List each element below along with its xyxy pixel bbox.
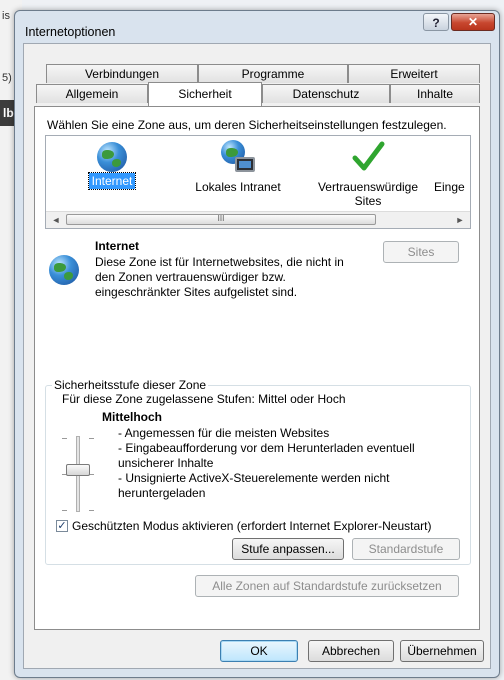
background-fragment-text: 5): [2, 72, 12, 84]
custom-level-button[interactable]: Stufe anpassen...: [232, 538, 344, 560]
security-level-group: Sicherheitsstufe dieser Zone Für diese Z…: [45, 378, 471, 565]
security-level-name: Mittelhoch: [102, 410, 162, 424]
zone-label-trusted: Vertrauenswürdige Sites: [317, 180, 419, 208]
level-desc-line: unsicherer Inhalte: [118, 456, 214, 470]
security-level-title: Sicherheitsstufe dieser Zone: [52, 378, 209, 392]
zone-info-title: Internet: [95, 239, 140, 253]
apply-button[interactable]: Übernehmen: [400, 640, 484, 662]
intranet-icon: [221, 140, 255, 174]
zone-info-globe-icon: [47, 253, 81, 287]
security-level-slider-thumb[interactable]: [66, 464, 90, 476]
help-button[interactable]: ?: [423, 13, 449, 31]
background-fragment-mark: is: [2, 10, 10, 22]
checkmark-icon: ✓: [57, 520, 67, 532]
level-desc-line: heruntergeladen: [118, 486, 206, 500]
scroll-left-arrow-icon[interactable]: ◄: [48, 212, 64, 228]
window-title: Internetoptionen: [25, 25, 116, 39]
tab-datenschutz[interactable]: Datenschutz: [262, 84, 390, 103]
level-desc-line: - Unsignierte ActiveX-Steuerelemente wer…: [118, 471, 390, 485]
zone-instruction: Wählen Sie eine Zone aus, um deren Siche…: [47, 118, 447, 132]
zone-internet[interactable]: Internet: [74, 140, 150, 190]
level-desc-line: - Eingabeaufforderung vor dem Herunterla…: [118, 441, 415, 455]
zone-info-desc-line2: den Zonen vertrauenswürdiger bzw.: [95, 270, 286, 284]
tab-programme[interactable]: Programme: [198, 64, 348, 83]
scrollbar-grip-icon: III: [217, 214, 225, 223]
close-button[interactable]: ✕: [451, 13, 495, 31]
close-icon: ✕: [467, 15, 479, 29]
dialog-client-area: Verbindungen Programme Erweitert Allgeme…: [23, 43, 491, 669]
tab-allgemein[interactable]: Allgemein: [36, 84, 148, 103]
reset-all-zones-button[interactable]: Alle Zonen auf Standardstufe zurücksetze…: [195, 575, 459, 597]
ok-button[interactable]: OK: [220, 640, 298, 662]
restricted-icon: [434, 140, 468, 174]
checkmark-icon: [351, 140, 385, 174]
default-level-button[interactable]: Standardstufe: [352, 538, 460, 560]
tab-inhalte[interactable]: Inhalte: [390, 84, 480, 103]
sites-button[interactable]: Sites: [383, 241, 459, 263]
zone-info-desc-line1: Diese Zone ist für Internetwebsites, die…: [95, 255, 344, 269]
zone-list-scrollbar[interactable]: ◄ III ►: [46, 211, 470, 228]
zone-list: Internet Lokales Intranet Vertrauenswürd…: [45, 135, 471, 229]
allowed-levels-text: Für diese Zone zugelassene Stufen: Mitte…: [62, 392, 346, 406]
zone-local-intranet[interactable]: Lokales Intranet: [182, 140, 294, 194]
tab-sicherheit[interactable]: Sicherheit: [148, 82, 262, 106]
globe-icon: [95, 140, 129, 174]
zone-label-restricted: Einge: [434, 180, 465, 194]
protected-mode-checkbox[interactable]: ✓: [56, 520, 68, 532]
cancel-button[interactable]: Abbrechen: [308, 640, 394, 662]
level-desc-line: - Angemessen für die meisten Websites: [118, 426, 330, 440]
tab-verbindungen[interactable]: Verbindungen: [46, 64, 198, 83]
zone-trusted-sites[interactable]: Vertrauenswürdige Sites: [308, 140, 428, 208]
zone-label-intranet: Lokales Intranet: [195, 180, 281, 194]
protected-mode-label[interactable]: Geschützten Modus aktivieren (erfordert …: [72, 519, 431, 533]
zone-info-desc-line3: eingeschränkter Sites aufgelistet sind.: [95, 285, 298, 299]
tab-erweitert[interactable]: Erweitert: [348, 64, 480, 83]
zone-restricted-sites[interactable]: Einge: [434, 140, 470, 194]
scroll-right-arrow-icon[interactable]: ►: [452, 212, 468, 228]
scrollbar-thumb[interactable]: III: [66, 214, 376, 225]
internet-options-dialog: Internetoptionen ? ✕ Verbindungen Progra…: [14, 10, 500, 678]
zone-label-internet: Internet: [87, 172, 137, 190]
security-tab-panel: Wählen Sie eine Zone aus, um deren Siche…: [34, 106, 480, 630]
